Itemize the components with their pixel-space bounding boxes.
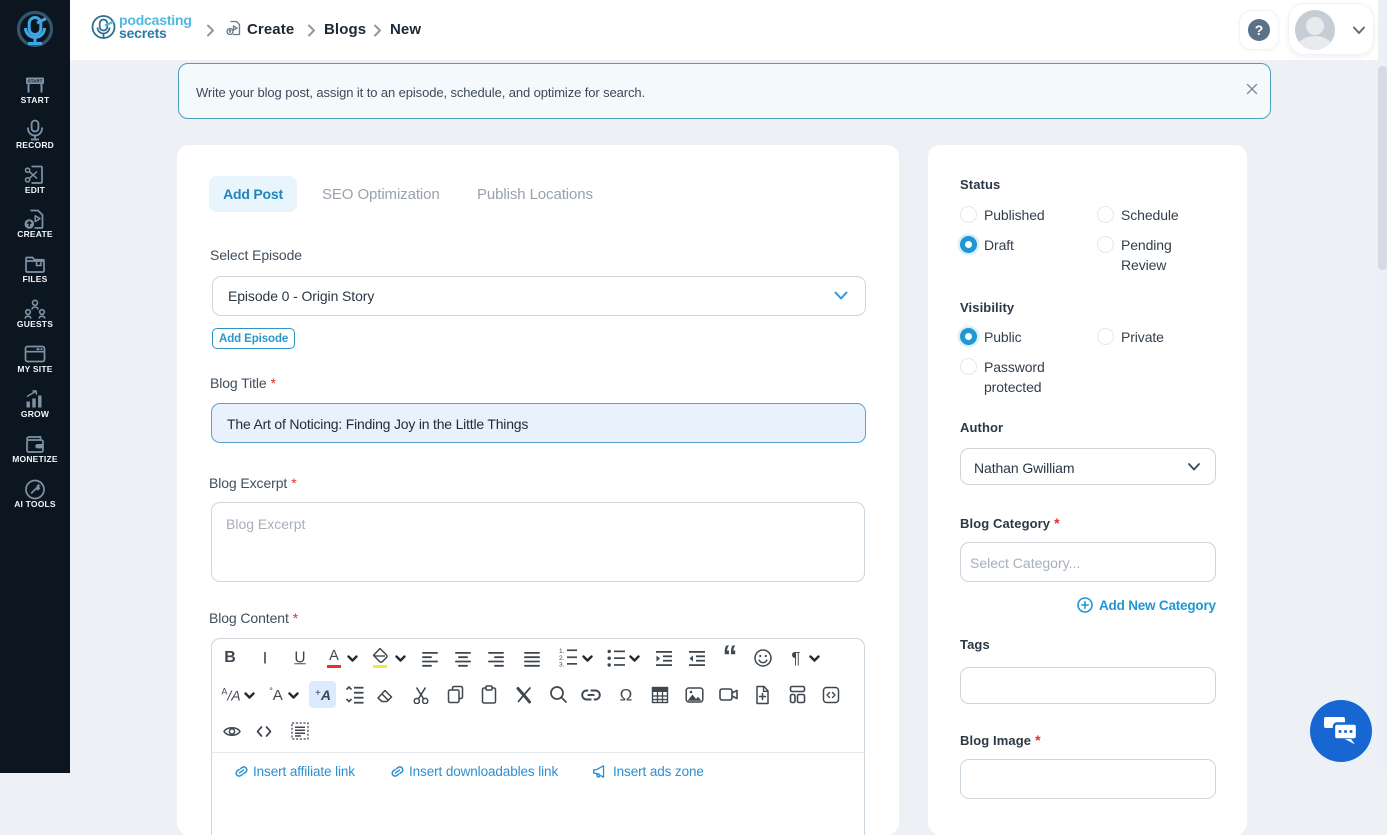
svg-text:3.: 3. [559, 662, 565, 668]
svg-text:START: START [28, 79, 43, 84]
svg-text:1.: 1. [559, 648, 565, 655]
